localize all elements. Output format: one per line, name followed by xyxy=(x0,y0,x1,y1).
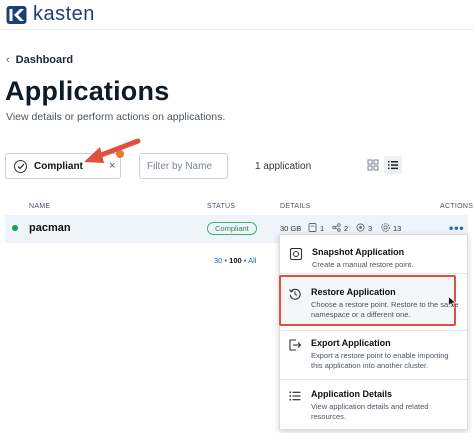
page-title: Applications xyxy=(5,76,170,106)
page-size-all[interactable]: All xyxy=(248,256,256,265)
mouse-cursor-icon xyxy=(448,296,457,309)
pagination: 30 • 100 • All xyxy=(214,256,256,265)
resource-icon xyxy=(381,223,390,232)
column-header-actions: ACTIONS xyxy=(440,203,474,210)
details-list-icon xyxy=(289,391,301,401)
pagination-separator: • xyxy=(224,256,228,265)
page-subtitle: View details or perform actions on appli… xyxy=(6,111,226,123)
detail-workloads: 3 xyxy=(368,224,373,233)
menu-divider xyxy=(280,330,467,331)
menu-item-description: Export a restore point to enable importi… xyxy=(311,351,449,370)
grid-view-icon[interactable] xyxy=(365,157,381,173)
breadcrumb[interactable]: ‹ Dashboard xyxy=(6,54,73,66)
application-count: 1 application xyxy=(255,161,312,172)
chevron-left-icon: ‹ xyxy=(6,54,10,66)
filter-by-name-input[interactable] xyxy=(139,153,228,179)
snapshot-icon xyxy=(289,247,303,261)
network-icon xyxy=(332,223,341,232)
menu-item-title: Restore Application xyxy=(311,287,396,297)
menu-item-title: Export Application xyxy=(311,338,391,348)
column-header-status: STATUS xyxy=(207,203,236,210)
menu-item-title: Snapshot Application xyxy=(312,247,405,257)
menu-divider xyxy=(280,379,467,380)
page-size-100[interactable]: 100 xyxy=(229,256,242,265)
detail-size: 30 GB xyxy=(280,224,302,233)
workload-icon xyxy=(356,223,365,232)
detail-volumes: 1 xyxy=(320,224,325,233)
status-badge: Compliant xyxy=(207,222,257,235)
detail-networks: 2 xyxy=(344,224,349,233)
kasten-logo-icon[interactable] xyxy=(6,5,28,25)
list-view-icon[interactable] xyxy=(384,156,402,174)
status-dot xyxy=(12,225,18,231)
row-actions-menu-icon[interactable]: ••• xyxy=(449,221,465,235)
column-header-details: DETAILS xyxy=(280,203,311,210)
check-circle-icon xyxy=(14,160,27,173)
menu-item-description: Create a manual restore point. xyxy=(312,260,414,269)
menu-item-title: Application Details xyxy=(311,389,393,399)
menu-item-description: View application details and related res… xyxy=(311,402,429,421)
column-header-name: NAME xyxy=(29,203,51,210)
application-actions-menu: Snapshot Application Create a manual res… xyxy=(279,234,468,430)
detail-resources: 13 xyxy=(393,224,402,233)
breadcrumb-label: Dashboard xyxy=(15,54,74,66)
page-size-30[interactable]: 30 xyxy=(214,256,222,265)
chip-label: Compliant xyxy=(34,161,83,172)
menu-item-description: Choose a restore point. Restore to the s… xyxy=(311,300,459,319)
brand-name: kasten xyxy=(33,3,95,25)
pagination-separator: • xyxy=(243,256,247,265)
volume-icon xyxy=(308,223,317,232)
top-bar: kasten xyxy=(0,0,474,30)
application-name[interactable]: pacman xyxy=(29,222,71,234)
restore-icon xyxy=(289,288,301,300)
export-icon xyxy=(289,339,302,351)
menu-divider xyxy=(280,273,467,274)
annotation-arrow-icon xyxy=(84,138,141,163)
